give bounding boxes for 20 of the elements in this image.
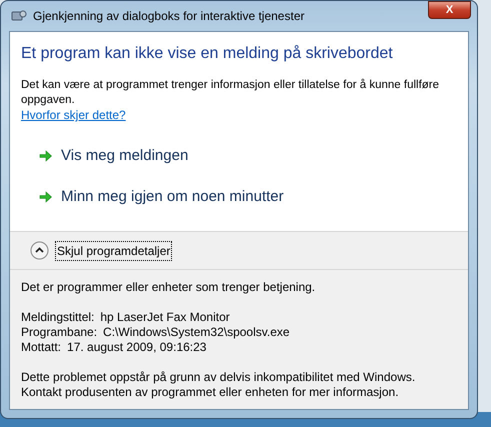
details-summary: Det er programmer eller enheter som trenger betjening.: [21, 280, 316, 295]
heading: Et program kan ikke vise en melding på skrivebordet: [21, 44, 394, 64]
field-label: Mottatt:: [21, 340, 62, 355]
field-value: 17. august 2009, 09:16:23: [67, 340, 206, 355]
close-button[interactable]: X: [428, 1, 471, 19]
app-icon: [11, 9, 27, 23]
field-value: hp LaserJet Fax Monitor: [100, 310, 230, 325]
field-label: Programbane:: [21, 325, 98, 340]
intro-text: Det kan være at programmet trenger informasjon eller tillatelse for å kunne fullføre oppgaven.: [21, 78, 440, 108]
collapse-icon[interactable]: [30, 241, 49, 260]
command-link[interactable]: Vis meg meldingen: [39, 145, 188, 168]
details-toggle[interactable]: Skjul programdetaljer: [55, 240, 172, 260]
details-note: Dette problemet oppstår på grunn av delvis inkompatibilitet med Windows. Kontakt produsenten av programmet eller enheten for mer informasjon.: [21, 370, 416, 400]
window-title: Gjenkjenning av dialogboks for interaktive tjenester: [33, 8, 304, 25]
field-value: C:\Windows\System32\spoolsv.exe: [103, 325, 290, 340]
help-link[interactable]: Hvorfor skjer dette?: [21, 108, 126, 123]
arrow-icon: [39, 190, 52, 203]
arrow-icon: [39, 150, 52, 162]
field-label: Meldingstittel:: [21, 310, 94, 325]
command-link[interactable]: Minn meg igjen om noen minutter: [39, 186, 284, 208]
